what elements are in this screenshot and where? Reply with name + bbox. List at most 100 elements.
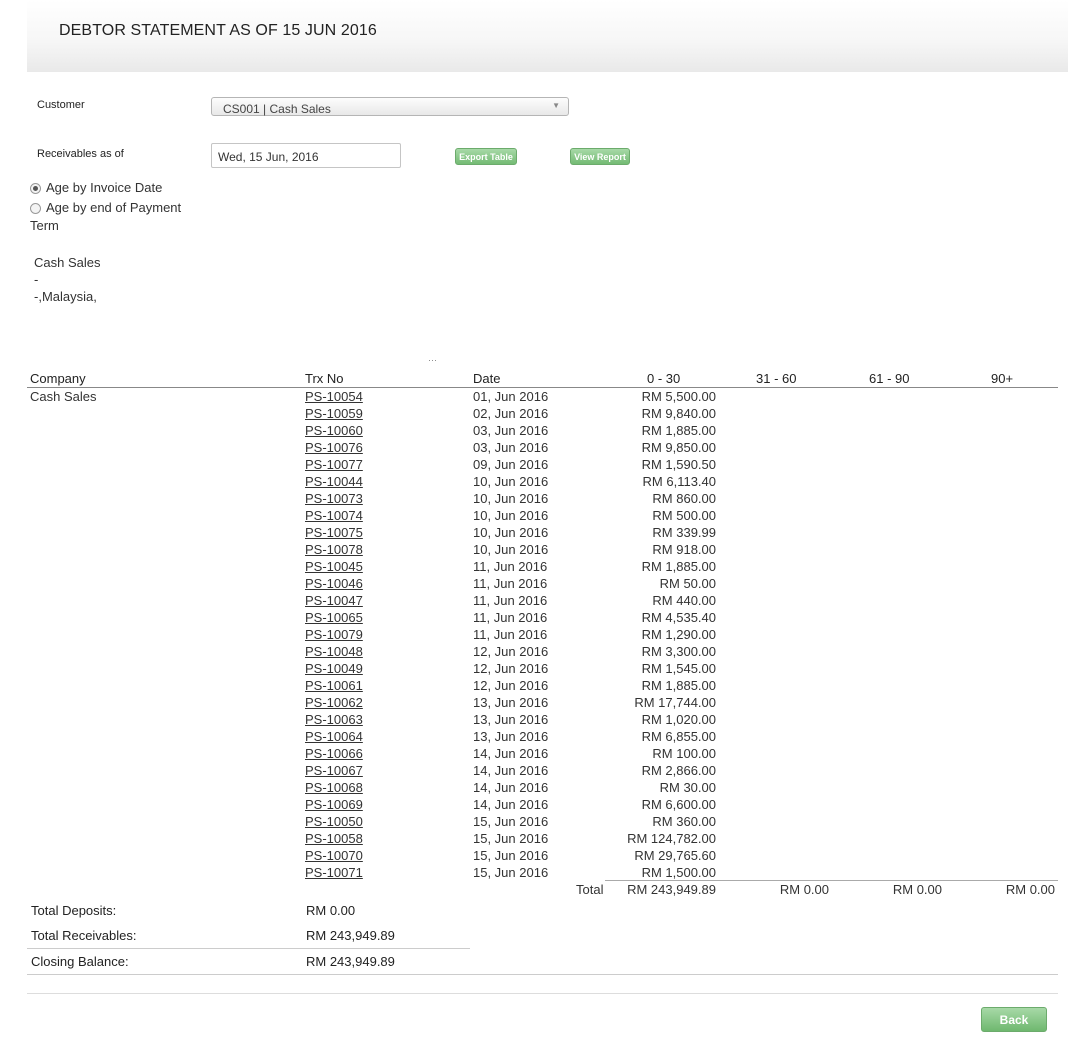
trx-link[interactable]: PS-10048 — [305, 644, 363, 659]
trx-link[interactable]: PS-10075 — [305, 525, 363, 540]
trx-link[interactable]: PS-10076 — [305, 440, 363, 455]
total-0-30: RM 243,949.89 — [627, 882, 716, 897]
view-report-button[interactable]: View Report — [570, 148, 630, 165]
trx-link[interactable]: PS-10065 — [305, 610, 363, 625]
trx-link[interactable]: PS-10062 — [305, 695, 363, 710]
trx-link[interactable]: PS-10070 — [305, 848, 363, 863]
trx-link[interactable]: PS-10078 — [305, 542, 363, 557]
total-90-plus: RM 0.00 — [1005, 882, 1055, 897]
col-header-90-plus: 90+ — [991, 371, 1014, 386]
trx-link[interactable]: PS-10049 — [305, 661, 363, 676]
date-cell: 14, Jun 2016 — [473, 763, 549, 778]
date-cell: 03, Jun 2016 — [473, 423, 549, 438]
amount-0-30-cell: RM 1,020.00 — [641, 712, 716, 727]
trx-link[interactable]: PS-10046 — [305, 576, 363, 591]
total-deposits-value: RM 0.00 — [306, 903, 356, 918]
trx-link[interactable]: PS-10077 — [305, 457, 363, 472]
trx-link[interactable]: PS-10063 — [305, 712, 363, 727]
trx-link[interactable]: PS-10067 — [305, 763, 363, 778]
address-line-2: - — [34, 272, 39, 287]
trx-link[interactable]: PS-10061 — [305, 678, 363, 693]
amount-0-30-cell: RM 29,765.60 — [634, 848, 716, 863]
closing-balance-label: Closing Balance: — [31, 954, 129, 969]
date-cell: 02, Jun 2016 — [473, 406, 549, 421]
resize-handle-icon[interactable]: ⋯ — [428, 355, 437, 366]
radio-icon[interactable] — [30, 203, 41, 214]
age-by-invoice-label: Age by Invoice Date — [46, 180, 163, 195]
trx-link[interactable]: PS-10058 — [305, 831, 363, 846]
age-by-invoice-option[interactable]: Age by Invoice Date — [30, 180, 162, 195]
date-cell: 14, Jun 2016 — [473, 780, 549, 795]
trx-link[interactable]: PS-10071 — [305, 865, 363, 880]
date-cell: 13, Jun 2016 — [473, 695, 549, 710]
amount-0-30-cell: RM 6,855.00 — [641, 729, 716, 744]
amount-0-30-cell: RM 500.00 — [652, 508, 716, 523]
amount-0-30-cell: RM 1,885.00 — [641, 559, 716, 574]
trx-link[interactable]: PS-10054 — [305, 389, 363, 404]
amount-0-30-cell: RM 9,850.00 — [641, 440, 716, 455]
date-cell: 11, Jun 2016 — [473, 610, 548, 625]
trx-link[interactable]: PS-10044 — [305, 474, 363, 489]
date-cell: 03, Jun 2016 — [473, 440, 549, 455]
col-header-company: Company — [30, 371, 86, 386]
col-header-61-90: 61 - 90 — [869, 371, 910, 386]
amount-0-30-cell: RM 918.00 — [652, 542, 716, 557]
total-receivables-label: Total Receivables: — [31, 928, 137, 943]
trx-link[interactable]: PS-10073 — [305, 491, 363, 506]
receivables-as-of-label: Receivables as of — [37, 148, 124, 160]
trx-link[interactable]: PS-10060 — [305, 423, 363, 438]
date-cell: 15, Jun 2016 — [473, 848, 549, 863]
amount-0-30-cell: RM 1,885.00 — [641, 678, 716, 693]
trx-link[interactable]: PS-10045 — [305, 559, 363, 574]
amount-0-30-cell: RM 17,744.00 — [634, 695, 716, 710]
amount-0-30-cell: RM 124,782.00 — [627, 831, 716, 846]
trx-link[interactable]: PS-10074 — [305, 508, 363, 523]
footer-divider — [27, 993, 1058, 994]
age-by-payment-option[interactable]: Age by end of Payment — [30, 200, 181, 215]
amount-0-30-cell: RM 1,590.50 — [641, 457, 716, 472]
amount-0-30-cell: RM 339.99 — [652, 525, 716, 540]
trx-link[interactable]: PS-10069 — [305, 797, 363, 812]
date-cell: 10, Jun 2016 — [473, 508, 549, 523]
trx-link[interactable]: PS-10064 — [305, 729, 363, 744]
amount-0-30-cell: RM 50.00 — [659, 576, 716, 591]
amount-0-30-cell: RM 9,840.00 — [641, 406, 716, 421]
page-header: DEBTOR STATEMENT AS OF 15 JUN 2016 — [27, 0, 1068, 72]
date-cell: 12, Jun 2016 — [473, 678, 549, 693]
date-cell: 12, Jun 2016 — [473, 661, 549, 676]
radio-icon-checked[interactable] — [30, 183, 41, 194]
date-cell: 10, Jun 2016 — [473, 525, 549, 540]
receivables-date-input[interactable]: Wed, 15 Jun, 2016 — [211, 143, 401, 168]
company-cell: Cash Sales — [30, 389, 97, 404]
header-divider — [27, 387, 1058, 388]
trx-link[interactable]: PS-10047 — [305, 593, 363, 608]
amount-0-30-cell: RM 440.00 — [652, 593, 716, 608]
amount-0-30-cell: RM 6,600.00 — [641, 797, 716, 812]
trx-link[interactable]: PS-10068 — [305, 780, 363, 795]
chevron-down-icon: ▼ — [552, 101, 560, 110]
amount-0-30-cell: RM 1,500.00 — [641, 865, 716, 880]
date-cell: 14, Jun 2016 — [473, 797, 549, 812]
date-cell: 15, Jun 2016 — [473, 865, 549, 880]
age-by-payment-label: Age by end of Payment — [46, 200, 182, 215]
amount-0-30-cell: RM 360.00 — [652, 814, 716, 829]
date-cell: 11, Jun 2016 — [473, 593, 548, 608]
date-cell: 10, Jun 2016 — [473, 474, 549, 489]
amount-0-30-cell: RM 3,300.00 — [641, 644, 716, 659]
back-button[interactable]: Back — [981, 1007, 1047, 1032]
customer-select[interactable]: CS001 | Cash Sales ▼ — [211, 97, 569, 116]
address-line-1: Cash Sales — [34, 255, 101, 270]
col-header-0-30: 0 - 30 — [647, 371, 681, 386]
trx-link[interactable]: PS-10059 — [305, 406, 363, 421]
total-receivables-value: RM 243,949.89 — [306, 928, 395, 943]
total-31-60: RM 0.00 — [779, 882, 829, 897]
total-divider — [605, 880, 1058, 881]
date-cell: 15, Jun 2016 — [473, 814, 549, 829]
trx-link[interactable]: PS-10050 — [305, 814, 363, 829]
age-by-payment-label-cont: Term — [30, 218, 59, 233]
trx-link[interactable]: PS-10066 — [305, 746, 363, 761]
col-header-trx: Trx No — [305, 371, 344, 386]
export-table-button[interactable]: Export Table — [455, 148, 517, 165]
trx-link[interactable]: PS-10079 — [305, 627, 363, 642]
address-line-3: -,Malaysia, — [34, 289, 97, 304]
